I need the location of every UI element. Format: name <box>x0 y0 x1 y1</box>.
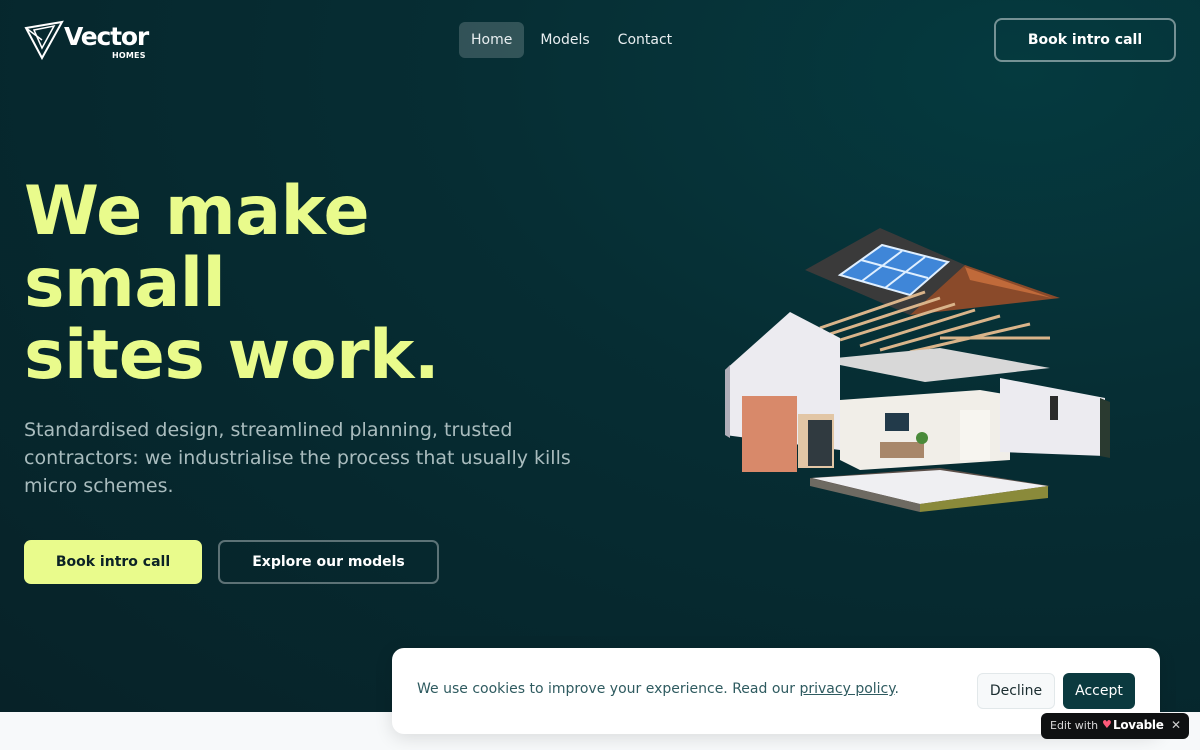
cookie-message: We use cookies to improve your experienc… <box>417 681 899 697</box>
book-intro-call-button[interactable]: Book intro call <box>24 540 202 584</box>
accept-button[interactable]: Accept <box>1063 673 1135 709</box>
nav-contact[interactable]: Contact <box>606 22 684 58</box>
nav-models[interactable]: Models <box>528 22 601 58</box>
nav-home[interactable]: Home <box>459 22 525 58</box>
close-icon[interactable]: ✕ <box>1171 718 1181 732</box>
edit-with-lovable-badge[interactable]: Edit with ♥ Lovable ✕ <box>1041 713 1189 739</box>
exploded-house-illustration <box>725 228 1110 512</box>
explore-models-button[interactable]: Explore our models <box>218 540 439 584</box>
edit-with-text: Edit with <box>1050 719 1099 732</box>
hero-section: Vector HOMES Home Models Contact Book in… <box>0 0 1200 712</box>
logo-triangle-icon <box>24 20 64 60</box>
cookie-text: We use cookies to improve your experienc… <box>417 681 800 697</box>
cookie-suffix: . <box>894 681 899 697</box>
main-nav: Home Models Contact <box>459 22 684 58</box>
lovable-brand: Lovable <box>1113 718 1164 732</box>
headline-line: small <box>24 244 226 323</box>
logo[interactable]: Vector HOMES <box>24 18 154 62</box>
privacy-policy-link[interactable]: privacy policy <box>799 681 894 697</box>
hero-headline: We make small sites work. <box>24 176 584 392</box>
logo-wordmark: Vector <box>64 22 149 51</box>
headline-line: We make <box>24 172 370 251</box>
site-header: Vector HOMES Home Models Contact Book in… <box>0 0 1200 80</box>
decline-button[interactable]: Decline <box>977 673 1055 709</box>
header-book-call-button[interactable]: Book intro call <box>994 18 1176 62</box>
lovable-heart-icon: ♥ <box>1102 718 1112 731</box>
headline-line: sites work. <box>24 316 440 395</box>
logo-subtitle: HOMES <box>112 51 146 60</box>
hero-subtext: Standardised design, streamlined plannin… <box>24 419 571 497</box>
